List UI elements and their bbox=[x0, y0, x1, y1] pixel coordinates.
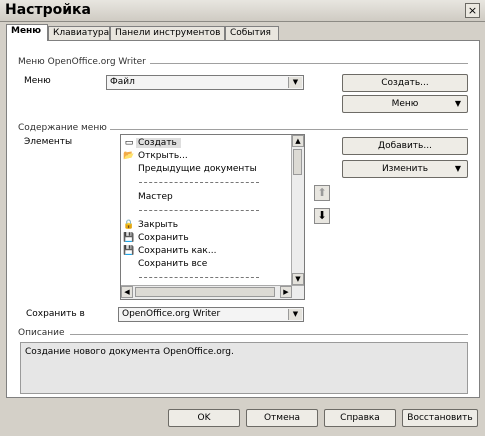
section-divider bbox=[110, 129, 468, 130]
list-item[interactable]: Предыдущие документы bbox=[122, 163, 292, 176]
content-section-title: Содержание меню bbox=[18, 123, 107, 133]
scroll-right-icon[interactable]: ▶ bbox=[280, 286, 292, 298]
cancel-button[interactable]: Отмена bbox=[246, 409, 318, 427]
chevron-down-icon: ▼ bbox=[288, 309, 302, 320]
scroll-thumb-horizontal[interactable] bbox=[135, 287, 275, 297]
section-divider bbox=[150, 63, 468, 64]
list-separator bbox=[139, 210, 259, 211]
list-item[interactable]: Сохранить все bbox=[122, 258, 292, 271]
dropdown-arrow-icon: ▼ bbox=[454, 164, 461, 173]
button-bar: OK Отмена Справка Восстановить bbox=[0, 398, 485, 436]
close-button[interactable]: × bbox=[465, 3, 480, 18]
tab-toolbars[interactable]: Панели инструментов bbox=[110, 26, 225, 40]
menu-select-value: Файл bbox=[110, 77, 135, 87]
new-menu-button[interactable]: Создать... bbox=[342, 74, 468, 92]
ok-button[interactable]: OK bbox=[168, 409, 240, 427]
list-item[interactable]: ▭ Создать bbox=[122, 137, 292, 150]
dropdown-arrow-icon: ▼ bbox=[454, 99, 461, 108]
modify-label: Изменить bbox=[381, 164, 429, 174]
reset-button[interactable]: Восстановить bbox=[402, 409, 478, 427]
list-item[interactable]: Мастер bbox=[122, 191, 292, 204]
window-title: Настройка bbox=[5, 2, 91, 18]
entries-label: Элементы bbox=[24, 137, 73, 147]
menu-entries-list[interactable]: ▭ Создать 📂 Открыть... Предыдущие документ… bbox=[120, 134, 305, 300]
description-title: Описание bbox=[18, 328, 65, 338]
open-folder-icon: 📂 bbox=[123, 151, 135, 161]
scroll-thumb[interactable] bbox=[293, 149, 302, 175]
scroll-left-icon[interactable]: ◀ bbox=[121, 286, 133, 298]
save-in-value: OpenOffice.org Writer bbox=[122, 309, 221, 319]
lock-icon: 🔒 bbox=[123, 220, 135, 230]
modify-dropdown-button[interactable]: Изменить ▼ bbox=[342, 160, 468, 178]
list-separator bbox=[139, 182, 259, 183]
tab-events[interactable]: События bbox=[225, 26, 279, 40]
description-text: Создание нового документа OpenOffice.org… bbox=[25, 347, 234, 357]
tab-menu[interactable]: Меню bbox=[6, 24, 48, 41]
save-in-label: Сохранить в bbox=[26, 309, 85, 319]
menu-dropdown-label: Меню bbox=[391, 99, 419, 109]
add-command-button[interactable]: Добавить... bbox=[342, 137, 468, 155]
scroll-up-icon[interactable]: ▲ bbox=[292, 135, 304, 147]
title-bar: Настройка × bbox=[0, 0, 485, 22]
vertical-scrollbar[interactable]: ▲ ▼ bbox=[291, 135, 304, 285]
menu-select[interactable]: Файл ▼ bbox=[106, 75, 304, 90]
list-item[interactable]: 📂 Открыть... bbox=[122, 150, 292, 163]
help-button[interactable]: Справка bbox=[324, 409, 396, 427]
chevron-down-icon: ▼ bbox=[288, 77, 302, 88]
section-divider bbox=[70, 334, 468, 335]
move-down-icon[interactable]: ⬇ bbox=[314, 208, 330, 224]
save-in-select[interactable]: OpenOffice.org Writer ▼ bbox=[118, 307, 304, 322]
menu-label: Меню bbox=[24, 76, 51, 86]
move-up-icon[interactable]: ⬆ bbox=[314, 185, 330, 201]
save-as-icon: 💾 bbox=[123, 246, 135, 256]
list-item[interactable]: 🔒 Закрыть bbox=[122, 219, 292, 232]
new-document-icon: ▭ bbox=[124, 138, 134, 148]
menu-section-title: Меню OpenOffice.org Writer bbox=[18, 57, 146, 67]
tab-keyboard[interactable]: Клавиатура bbox=[48, 26, 110, 40]
description-box: Создание нового документа OpenOffice.org… bbox=[20, 342, 468, 394]
horizontal-scrollbar[interactable]: ◀ ▶ bbox=[121, 285, 304, 299]
scroll-down-icon[interactable]: ▼ bbox=[292, 273, 304, 285]
menu-dropdown-button[interactable]: Меню ▼ bbox=[342, 95, 468, 113]
list-separator bbox=[139, 277, 259, 278]
list-item[interactable]: 💾 Сохранить как... bbox=[122, 245, 292, 258]
save-icon: 💾 bbox=[123, 233, 135, 243]
list-item[interactable]: 💾 Сохранить bbox=[122, 232, 292, 245]
